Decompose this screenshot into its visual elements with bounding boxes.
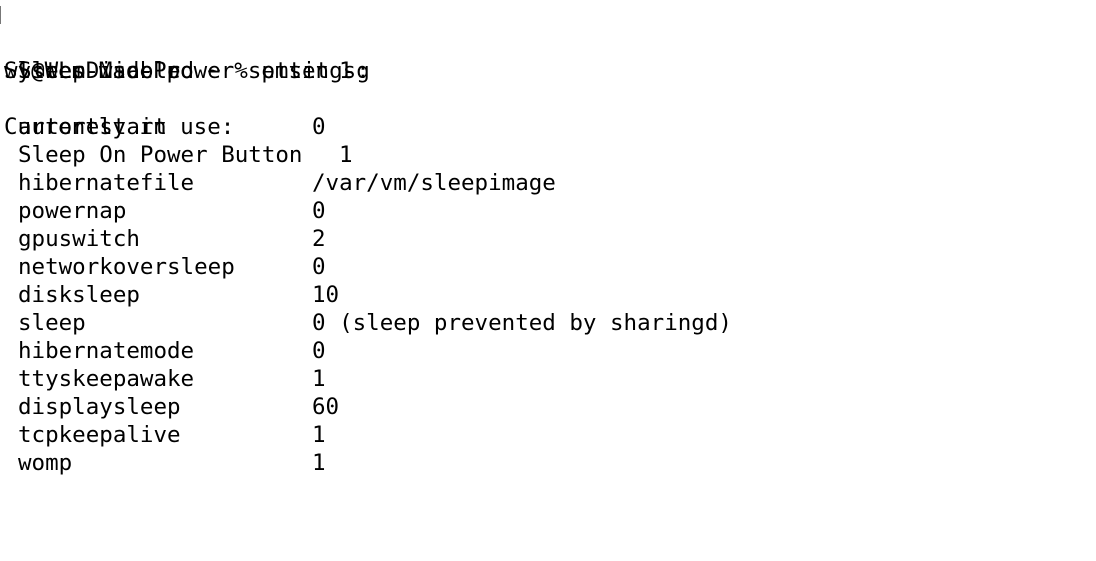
- setting-value: 0: [312, 254, 326, 280]
- setting-value: 2: [312, 226, 326, 252]
- setting-row-sleepdisabled: SleepDisabled 1: [0, 57, 1096, 85]
- setting-value: /var/vm/sleepimage: [312, 170, 556, 196]
- terminal-output[interactable]: wl@WLs-Mac-Pro ~ % pmset -g System-wide …: [0, 0, 1096, 476]
- current-header: Currently in use:: [0, 85, 1096, 140]
- setting-row-displaysleep: displaysleep 60: [0, 393, 1096, 421]
- setting-value: 1: [312, 450, 326, 476]
- setting-row-ttyskeepawake: ttyskeepawake 1: [0, 365, 1096, 393]
- setting-value: 1: [312, 366, 326, 392]
- setting-row-gpuswitch: gpuswitch 2: [0, 225, 1096, 253]
- setting-key: Sleep On Power Button: [18, 142, 303, 168]
- setting-key: sleep: [18, 310, 86, 336]
- setting-key: tcpkeepalive: [18, 422, 181, 448]
- line-marker: [0, 6, 3, 24]
- setting-key: powernap: [18, 198, 127, 224]
- setting-key: hibernatefile: [18, 170, 195, 196]
- setting-value: 10: [312, 282, 340, 308]
- setting-key: womp: [18, 450, 73, 476]
- system-header: System-wide power settings:: [0, 29, 1096, 84]
- setting-key: networkoversleep: [18, 254, 235, 280]
- setting-key: displaysleep: [18, 394, 181, 420]
- setting-row-womp: womp 1: [0, 449, 1096, 477]
- setting-row-sleep: sleep 0 (sleep prevented by sharingd): [0, 309, 1096, 337]
- setting-value: 0: [312, 198, 326, 224]
- setting-value: 1: [339, 58, 353, 84]
- setting-value: 0: [312, 338, 326, 364]
- setting-row-networkoversleep: networkoversleep 0: [0, 253, 1096, 281]
- setting-key: disksleep: [18, 282, 140, 308]
- setting-row-tcpkeepalive: tcpkeepalive 1: [0, 421, 1096, 449]
- setting-row-disksleep: disksleep 10: [0, 281, 1096, 309]
- setting-key: autorestart: [18, 114, 168, 140]
- setting-row-hibernatemode: hibernatemode 0: [0, 337, 1096, 365]
- setting-row-autorestart: autorestart 0: [0, 113, 1096, 141]
- setting-row-hibernatefile: hibernatefile /var/vm/sleepimage: [0, 169, 1096, 197]
- setting-value: 1: [312, 422, 326, 448]
- setting-value: 0: [312, 114, 326, 140]
- setting-key: ttyskeepawake: [18, 366, 195, 392]
- setting-key: gpuswitch: [18, 226, 140, 252]
- setting-value: 1: [339, 142, 353, 168]
- setting-value: 0 (sleep prevented by sharingd): [312, 310, 732, 336]
- setting-key: SleepDisabled: [18, 58, 195, 84]
- setting-row-powernap: powernap 0: [0, 197, 1096, 225]
- setting-value: 60: [312, 394, 340, 420]
- terminal-prompt-line: wl@WLs-Mac-Pro ~ % pmset -g: [0, 1, 1096, 84]
- setting-row-sleep-on-power-button: Sleep On Power Button 1: [0, 141, 1096, 169]
- setting-key: hibernatemode: [18, 338, 195, 364]
